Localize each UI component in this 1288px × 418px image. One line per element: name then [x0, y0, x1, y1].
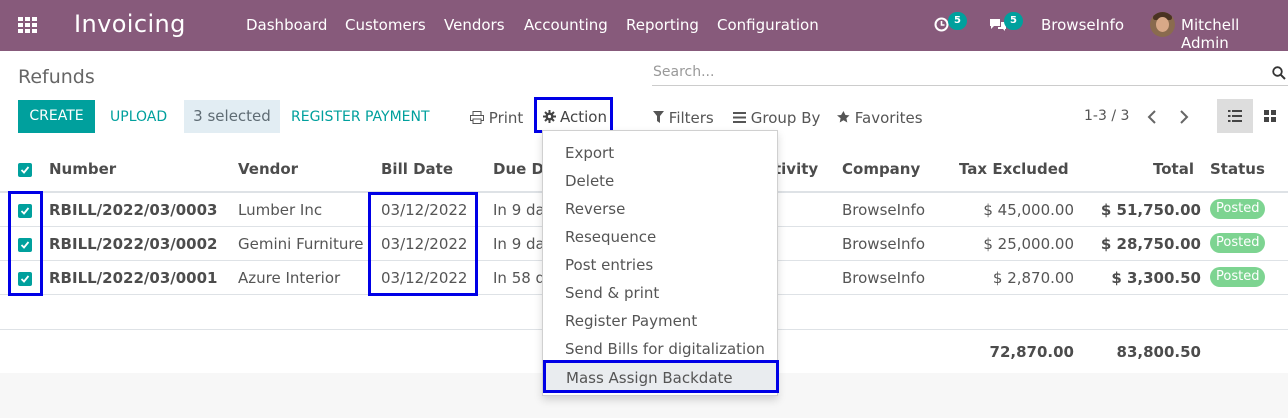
activity-badge: 5: [948, 12, 967, 30]
status-badge: Posted: [1210, 267, 1266, 287]
favorites-button[interactable]: Favorites: [837, 109, 923, 127]
bill-date-highlight-box: [368, 192, 478, 296]
funnel-icon: [653, 111, 664, 123]
col-total[interactable]: Total: [1153, 160, 1194, 178]
row-company: BrowseInfo: [842, 269, 926, 287]
kanban-view-button[interactable]: [1254, 99, 1288, 133]
search-placeholder: Search...: [653, 64, 715, 80]
chevron-left-icon[interactable]: [1146, 109, 1160, 125]
footer-tax-excluded: 72,870.00: [989, 343, 1074, 361]
filters-button[interactable]: Filters: [653, 109, 714, 127]
upload-button[interactable]: UPLOAD: [110, 109, 167, 125]
action-label: Action: [560, 108, 607, 126]
group-by-button[interactable]: Group By: [733, 109, 820, 127]
row-company: BrowseInfo: [842, 201, 926, 219]
footer-total: 83,800.50: [1116, 343, 1201, 361]
row-number: RBILL/2022/03/0001: [49, 269, 218, 287]
col-bill-date[interactable]: Bill Date: [381, 160, 453, 178]
print-button[interactable]: Print: [470, 109, 523, 127]
menu-customers[interactable]: Customers: [345, 16, 426, 34]
row-tax-excluded: $ 2,870.00: [992, 269, 1074, 287]
app-title: Invoicing: [74, 10, 186, 38]
menu-accounting[interactable]: Accounting: [524, 16, 608, 34]
row-due-date: In 9 da: [493, 201, 545, 219]
row-vendor: Lumber Inc: [238, 201, 323, 219]
menu-item-post-entries[interactable]: Post entries: [565, 256, 653, 274]
row-number: RBILL/2022/03/0003: [49, 201, 218, 219]
top-navbar: Invoicing Dashboard Customers Vendors Ac…: [0, 0, 1288, 52]
col-activity[interactable]: tivity: [774, 160, 818, 178]
gear-icon: [543, 110, 556, 123]
avatar[interactable]: [1150, 12, 1175, 37]
list-icon: [1228, 110, 1242, 122]
user-menu[interactable]: Mitchell Admin: [1181, 16, 1288, 52]
row-due-date: In 9 da: [493, 235, 545, 253]
row-total: $ 28,750.00: [1100, 235, 1201, 253]
action-dropdown-menu: Export Delete Reverse Resequence Post en…: [542, 130, 779, 396]
menu-item-send-print[interactable]: Send & print: [565, 284, 659, 302]
company-switcher[interactable]: BrowseInfo: [1041, 16, 1124, 34]
menu-configuration[interactable]: Configuration: [717, 16, 819, 34]
mass-assign-backdate-label: Mass Assign Backdate: [566, 369, 733, 387]
menu-reporting[interactable]: Reporting: [626, 16, 699, 34]
row-total: $ 51,750.00: [1100, 201, 1201, 219]
selected-count: 3 selected: [184, 100, 280, 133]
checkbox-highlight-box: [8, 191, 43, 296]
row-tax-excluded: $ 45,000.00: [983, 201, 1074, 219]
menu-item-resequence[interactable]: Resequence: [565, 228, 656, 246]
menu-item-register-payment[interactable]: Register Payment: [565, 312, 697, 330]
status-badge: Posted: [1210, 233, 1266, 253]
bars-icon: [733, 112, 746, 123]
menu-dashboard[interactable]: Dashboard: [246, 16, 327, 34]
filters-label: Filters: [668, 109, 714, 127]
row-tax-excluded: $ 25,000.00: [983, 235, 1074, 253]
search-input[interactable]: Search...: [652, 60, 1288, 86]
col-tax-excluded[interactable]: Tax Excluded: [959, 160, 1069, 178]
menu-vendors[interactable]: Vendors: [444, 16, 505, 34]
row-company: BrowseInfo: [842, 235, 926, 253]
menu-item-export[interactable]: Export: [565, 144, 614, 162]
chevron-right-icon[interactable]: [1176, 109, 1190, 125]
kanban-grid-icon: [1264, 110, 1276, 122]
star-icon: [837, 111, 850, 123]
print-label: Print: [488, 109, 524, 127]
menu-item-send-bills-digitalization[interactable]: Send Bills for digitalization: [565, 340, 765, 358]
row-total: $ 3,300.50: [1111, 269, 1201, 287]
group-by-label: Group By: [750, 109, 821, 127]
col-company[interactable]: Company: [842, 160, 920, 178]
col-status[interactable]: Status: [1210, 160, 1265, 178]
row-vendor: Azure Interior: [238, 269, 341, 287]
activity-clock-icon[interactable]: [934, 17, 949, 32]
row-vendor: Gemini Furniture: [238, 235, 364, 253]
printer-icon: [470, 111, 484, 124]
row-due-date: In 58 d: [493, 269, 546, 287]
row-number: RBILL/2022/03/0002: [49, 235, 218, 253]
menu-item-delete[interactable]: Delete: [565, 172, 614, 190]
register-payment-button[interactable]: REGISTER PAYMENT: [291, 109, 430, 125]
messages-badge: 5: [1004, 12, 1023, 30]
list-view-button[interactable]: [1217, 99, 1253, 133]
apps-grid-icon[interactable]: [18, 17, 37, 34]
search-icon[interactable]: [1272, 66, 1286, 84]
create-button[interactable]: CREATE: [18, 100, 95, 133]
menu-item-mass-assign-backdate[interactable]: Mass Assign Backdate: [543, 360, 779, 393]
status-badge: Posted: [1210, 199, 1266, 219]
col-number[interactable]: Number: [49, 160, 116, 178]
menu-item-reverse[interactable]: Reverse: [565, 200, 625, 218]
pager-value[interactable]: 1-3 / 3: [1084, 108, 1129, 124]
page-title: Refunds: [18, 66, 95, 88]
col-vendor[interactable]: Vendor: [238, 160, 298, 178]
select-all-checkbox[interactable]: [18, 163, 32, 177]
favorites-label: Favorites: [854, 109, 923, 127]
action-button[interactable]: Action: [534, 97, 613, 133]
